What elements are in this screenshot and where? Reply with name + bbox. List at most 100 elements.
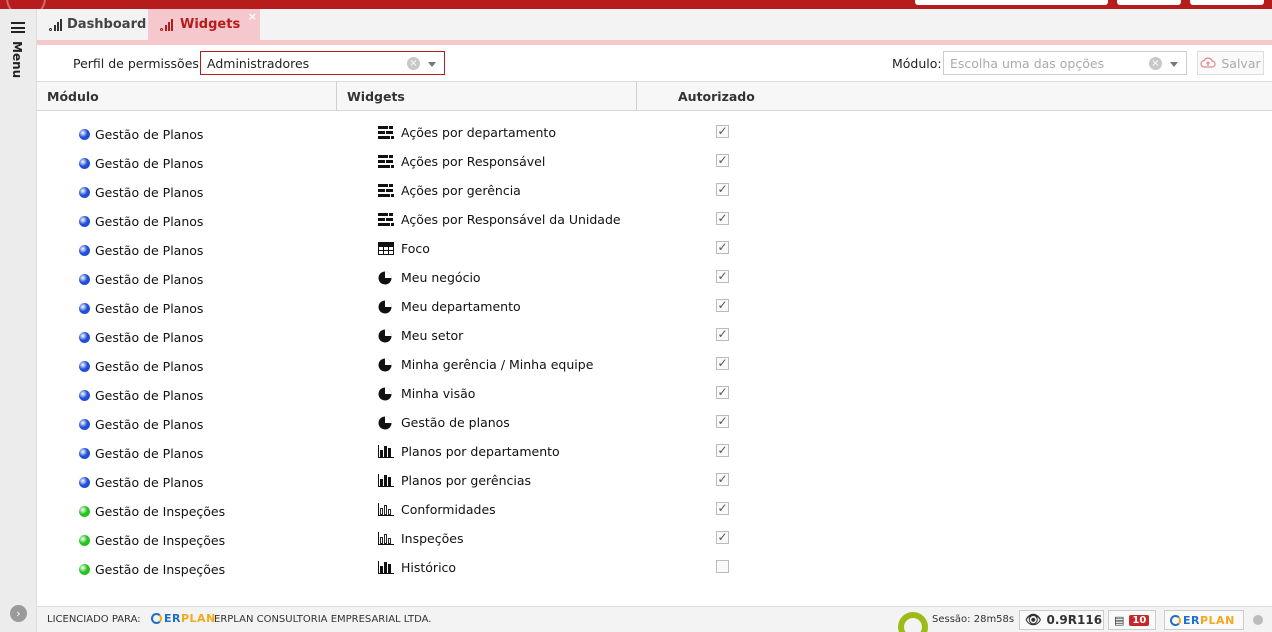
authorized-checkbox[interactable]: ✓ [716,473,729,486]
table-row: Gestão de Planos Meu departamento ✓ [37,285,1272,316]
authorized-checkbox[interactable]: ✓ [716,444,729,457]
authorized-checkbox[interactable]: ✓ [716,386,729,399]
column-header-widgets[interactable]: Widgets [347,82,405,111]
module-color-dot [79,129,90,140]
hamburger-menu-icon[interactable] [11,22,25,33]
modulo-select[interactable]: Escolha uma das opções × [943,51,1187,75]
module-color-dot [79,332,90,343]
authorized-checkbox[interactable]: ✓ [716,212,729,225]
widget-cell: Minha gerência / Minha equipe [378,357,593,372]
table-row: Gestão de Planos Planos por gerências ✓ [37,459,1272,490]
authorized-checkbox[interactable]: ✓ [716,270,729,283]
session-timer: Sessão: 28m58s [932,614,1015,625]
bar-chart-outline-icon [378,502,395,517]
authorized-checkbox[interactable]: ✓ [716,502,729,515]
perfil-select[interactable]: Administradores × [200,51,445,75]
module-color-dot [79,390,90,401]
widget-cell: Planos por departamento [378,444,560,459]
table-row: Gestão de Planos Planos por departamento ✓ [37,430,1272,461]
chevron-right-icon[interactable]: › [10,605,27,622]
module-color-dot [79,448,90,459]
stacked-list-icon [378,212,395,227]
stacked-list-icon [378,183,395,198]
authorized-checkbox[interactable]: ✓ [716,241,729,254]
top-control-2[interactable] [1117,0,1181,5]
widget-name: Ações por gerência [401,183,521,198]
authorized-checkbox[interactable]: ✓ [716,125,729,138]
column-header-autorizado[interactable]: Autorizado [678,82,755,111]
top-control-1[interactable] [915,0,1108,5]
table-row: Gestão de Planos Foco ✓ [37,227,1272,258]
notifications-box[interactable]: ▤ 10 [1108,610,1156,630]
filter-bar: Perfil de permissões: Administradores × … [37,45,1272,82]
pie-chart-icon [378,271,395,285]
tab-label: Widgets [180,17,241,32]
table-row: Gestão de Planos Minha visão ✓ [37,372,1272,403]
column-divider[interactable] [336,82,337,111]
pie-chart-icon [378,329,395,343]
chevron-down-icon[interactable] [428,62,436,67]
module-color-dot [79,274,90,285]
table-row: Gestão de Inspeções Histórico [37,546,1272,577]
bar-chart-icon [378,473,395,488]
table-row: Gestão de Planos Ações por Responsável ✓ [37,140,1272,171]
chevron-down-icon[interactable] [1170,62,1178,67]
module-color-dot [79,303,90,314]
widget-cell: Gestão de planos [378,415,510,430]
authorized-checkbox[interactable]: ✓ [716,299,729,312]
tab-widgets[interactable]: Widgets × [148,9,260,40]
widget-cell: Histórico [378,560,456,575]
table-row: Gestão de Planos Ações por Responsável da… [37,198,1272,229]
table-icon [378,241,395,256]
eye-icon: 👁 [1025,612,1042,628]
authorized-checkbox[interactable]: ✓ [716,531,729,544]
widget-cell: Ações por Responsável [378,154,545,169]
erplan-logo-button[interactable]: ER PLAN [1164,610,1244,630]
widget-name: Minha gerência / Minha equipe [401,357,594,372]
widget-name: Inspeções [401,531,464,546]
pie-chart-icon [378,358,395,372]
module-color-dot [79,158,90,169]
bar-chart-icon [160,18,175,31]
menu-label[interactable]: Menu [10,41,24,78]
erplan-logo: ER PLAN [151,612,216,625]
module-color-dot [79,477,90,488]
widget-name: Ações por Responsável [401,154,546,169]
widget-name: Meu negócio [401,270,481,285]
version-label: 0.9R116 [1046,613,1103,627]
table-row: Gestão de Planos Meu negócio ✓ [37,256,1272,287]
widget-name: Minha visão [401,386,476,401]
tab-bar: Dashboard Widgets × [37,9,1272,40]
module-color-dot [79,216,90,227]
top-control-3[interactable] [1190,0,1264,5]
authorized-checkbox[interactable]: ✓ [716,183,729,196]
clear-icon[interactable]: × [407,57,420,70]
column-divider[interactable] [636,82,637,111]
authorized-checkbox[interactable] [716,560,729,573]
widget-cell: Meu negócio [378,270,481,285]
modulo-label: Módulo: [892,56,942,71]
widget-cell: Meu departamento [378,299,521,314]
table-row: Gestão de Planos Ações por gerência ✓ [37,169,1272,200]
tab-dashboard[interactable]: Dashboard [37,9,148,40]
column-header-modulo[interactable]: Módulo [47,82,99,111]
module-color-dot [79,419,90,430]
sidebar: Menu › [0,9,37,632]
version-box[interactable]: 👁 0.9R116 [1019,610,1104,630]
module-color-dot [79,506,90,517]
save-button[interactable]: Salvar [1197,51,1264,75]
table-row: Gestão de Planos Gestão de planos ✓ [37,401,1272,432]
notification-badge: 10 [1129,614,1150,626]
tab-label: Dashboard [67,17,147,32]
status-indicator [1253,615,1263,625]
authorized-checkbox[interactable]: ✓ [716,415,729,428]
table-row: Gestão de Inspeções Conformidades ✓ [37,488,1272,519]
close-icon[interactable]: × [248,10,257,23]
widget-cell: Ações por departamento [378,125,556,140]
clear-icon[interactable]: × [1149,57,1162,70]
authorized-checkbox[interactable]: ✓ [716,154,729,167]
modulo-placeholder: Escolha uma das opções [950,55,1105,71]
widget-cell: Meu setor [378,328,463,343]
authorized-checkbox[interactable]: ✓ [716,357,729,370]
authorized-checkbox[interactable]: ✓ [716,328,729,341]
